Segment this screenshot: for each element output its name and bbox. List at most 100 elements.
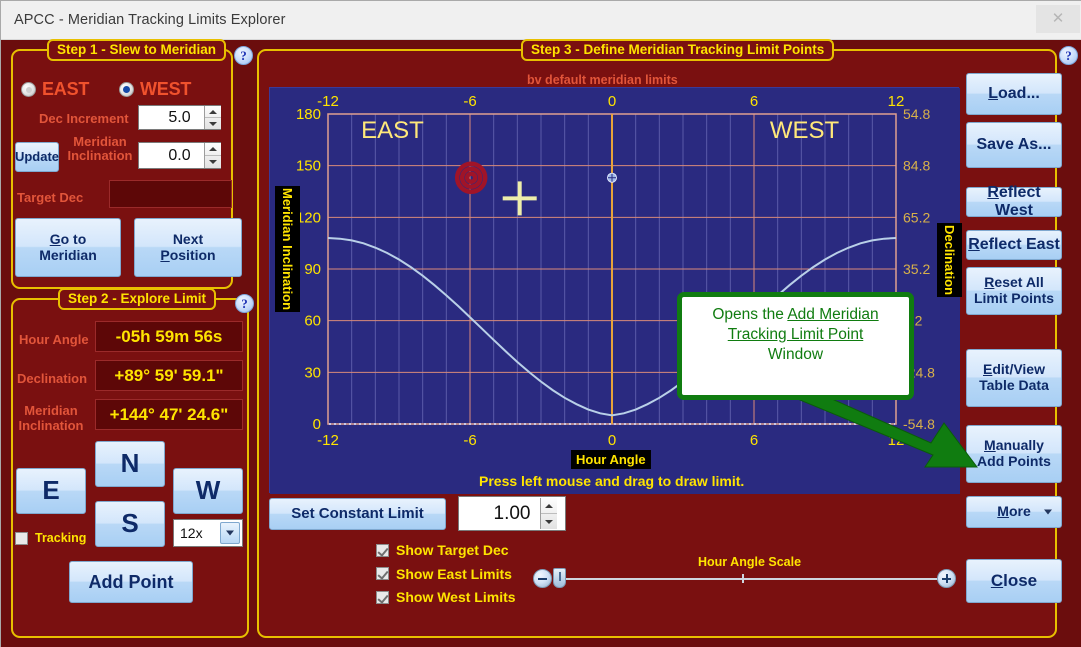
meridian-inclination-label-line2: Inclination xyxy=(67,148,133,163)
reflect-west-button[interactable]: Reflect West xyxy=(966,184,1062,219)
x-tick-top-12: 12 xyxy=(888,93,905,110)
jog-west-button[interactable]: W xyxy=(173,468,243,514)
hour-angle-scale-thumb[interactable] xyxy=(553,568,566,588)
window-title: APCC - Meridian Tracking Limits Explorer xyxy=(14,12,286,28)
load-button[interactable]: Load... xyxy=(966,73,1062,115)
declination-value: +89° 59' 59.1" xyxy=(95,360,243,391)
slew-rate-chevron-down-icon[interactable] xyxy=(220,522,240,544)
jog-north-button[interactable]: N xyxy=(95,441,165,487)
step2-mi-label-line1: Meridian xyxy=(24,403,78,418)
reflect-east-label-line1: Reflect East xyxy=(968,236,1060,254)
meridian-inclination-spinner[interactable] xyxy=(204,143,221,168)
step3-help-icon[interactable]: ? xyxy=(1059,46,1078,65)
declination-label: Declination xyxy=(17,371,88,386)
reset-all-limit-points-button[interactable]: Reset All Limit Points xyxy=(966,267,1062,315)
chart-drag-hint: Press left mouse and drag to draw limit. xyxy=(479,473,745,489)
step1-help-icon[interactable]: ? xyxy=(234,46,253,65)
set-constant-limit-button[interactable]: Set Constant Limit xyxy=(269,498,446,530)
save-as-label-line1: Save As... xyxy=(976,136,1052,154)
y2-tick-2: 65.2 xyxy=(903,209,930,225)
checkbox-show-west-limits[interactable]: Show West Limits xyxy=(376,589,516,605)
x-tick-top--6: -6 xyxy=(463,93,476,110)
checkbox-label: Show Target Dec xyxy=(396,542,509,558)
tooltip-line-2: Tracking Limit Point xyxy=(727,325,864,343)
meridian-inclination-spin-up[interactable] xyxy=(205,143,221,156)
dec-increment-label: Dec Increment xyxy=(39,111,129,126)
tracking-checkbox[interactable]: Tracking xyxy=(15,531,86,545)
meridian-inclination-label-line1: Meridian xyxy=(73,134,127,149)
dec-increment-spin-down[interactable] xyxy=(205,118,221,129)
load-label-line1: Load... xyxy=(988,85,1040,103)
meridian-point xyxy=(607,172,617,183)
next-position-button[interactable]: Next Position xyxy=(134,218,242,277)
target-dec-value xyxy=(109,180,232,208)
y-tick-30: 30 xyxy=(304,364,321,381)
next-position-line1: Next xyxy=(172,230,204,247)
checkbox-box xyxy=(376,567,389,580)
constant-limit-spin-up[interactable] xyxy=(541,498,557,514)
add-point-button[interactable]: Add Point xyxy=(69,561,193,603)
y2-tick-0: 54.8 xyxy=(903,106,930,122)
x-tick-bottom-0: 0 xyxy=(608,432,616,449)
dec-increment-spin-up[interactable] xyxy=(205,106,221,118)
meridian-inclination-label: Meridian Inclination xyxy=(67,135,133,163)
radio-east[interactable]: EAST xyxy=(21,79,89,100)
slew-rate-value: 12x xyxy=(180,525,203,541)
constant-limit-spin-down[interactable] xyxy=(541,514,557,529)
hour-angle-scale-minus-button[interactable] xyxy=(533,569,552,588)
y-tick-90: 90 xyxy=(304,261,321,278)
y-tick-60: 60 xyxy=(304,313,321,330)
more-button-label: More xyxy=(997,503,1031,520)
update-button-label: Update xyxy=(14,148,60,164)
update-button[interactable]: Update xyxy=(15,142,59,172)
reflect-east-button[interactable]: Reflect East xyxy=(966,230,1062,260)
title-bar: APCC - Meridian Tracking Limits Explorer… xyxy=(1,1,1081,40)
dec-increment-spinner[interactable] xyxy=(204,106,221,129)
goto-meridian-line2: Meridian xyxy=(39,246,97,263)
constant-limit-spinner[interactable] xyxy=(540,498,557,529)
x-tick-top-6: 6 xyxy=(750,93,758,110)
y-tick-0: 0 xyxy=(313,416,321,433)
y-tick-180: 180 xyxy=(296,106,321,123)
x-tick-bottom-6: 6 xyxy=(750,432,758,449)
x-tick-bottom--6: -6 xyxy=(463,432,476,449)
y2-tick-3: 35.2 xyxy=(903,261,930,277)
chart-region-label-east: EAST xyxy=(361,117,424,144)
checkbox-show-target-dec[interactable]: Show Target Dec xyxy=(376,542,509,558)
reflect-west-label-line1: Reflect West xyxy=(987,184,1041,219)
chart-y-axis-title: Meridian Inclination xyxy=(275,186,300,313)
hour-angle-scale-plus-button[interactable] xyxy=(937,569,956,588)
hour-angle-value: -05h 59m 56s xyxy=(95,321,243,352)
checkbox-show-east-limits[interactable]: Show East Limits xyxy=(376,566,512,582)
save-as-button[interactable]: Save As... xyxy=(966,122,1062,168)
goto-meridian-button[interactable]: GGo too to Meridian xyxy=(15,218,121,277)
window-close-icon[interactable]: ✕ xyxy=(1036,5,1080,33)
x-tick-bottom--12: -12 xyxy=(317,432,339,449)
tooltip-line1-underlined: Add Meridian xyxy=(787,306,879,323)
tracking-checkbox-box xyxy=(15,531,28,545)
more-button[interactable]: More xyxy=(966,496,1062,528)
chart-x-axis-title: Hour Angle xyxy=(571,450,651,469)
slew-rate-combo[interactable]: 12x xyxy=(173,519,243,547)
reset-all-limit-points-label-line2: Limit Points xyxy=(973,290,1055,306)
radio-west[interactable]: WEST xyxy=(119,79,191,100)
y-tick-150: 150 xyxy=(296,158,321,175)
meridian-inclination-spin-down[interactable] xyxy=(205,156,221,168)
jog-south-button[interactable]: S xyxy=(95,501,165,547)
step3-caption: Step 3 - Define Meridian Tracking Limit … xyxy=(521,39,835,61)
step2-meridian-inclination-value: +144° 47' 24.6" xyxy=(95,399,243,430)
radio-west-label: WEST xyxy=(140,79,192,99)
jog-east-button[interactable]: E xyxy=(16,468,86,514)
x-tick-top-0: 0 xyxy=(608,93,616,110)
step2-help-icon[interactable]: ? xyxy=(235,294,254,313)
step2-mi-label-line2: Inclination xyxy=(18,418,84,433)
hour-angle-scale-track[interactable] xyxy=(553,578,943,580)
radio-east-dot xyxy=(21,82,36,97)
reset-all-limit-points-label-line1: Reset All xyxy=(984,274,1044,291)
step2-meridian-inclination-label: Meridian Inclination xyxy=(15,403,87,433)
chart-region-label-west: WEST xyxy=(770,117,840,144)
close-button[interactable]: Close xyxy=(966,559,1062,603)
meridian-tracking-limits-explorer-window: APCC - Meridian Tracking Limits Explorer… xyxy=(0,0,1081,647)
more-button-chevron-down-icon xyxy=(1044,509,1052,515)
radio-west-dot xyxy=(119,82,134,97)
